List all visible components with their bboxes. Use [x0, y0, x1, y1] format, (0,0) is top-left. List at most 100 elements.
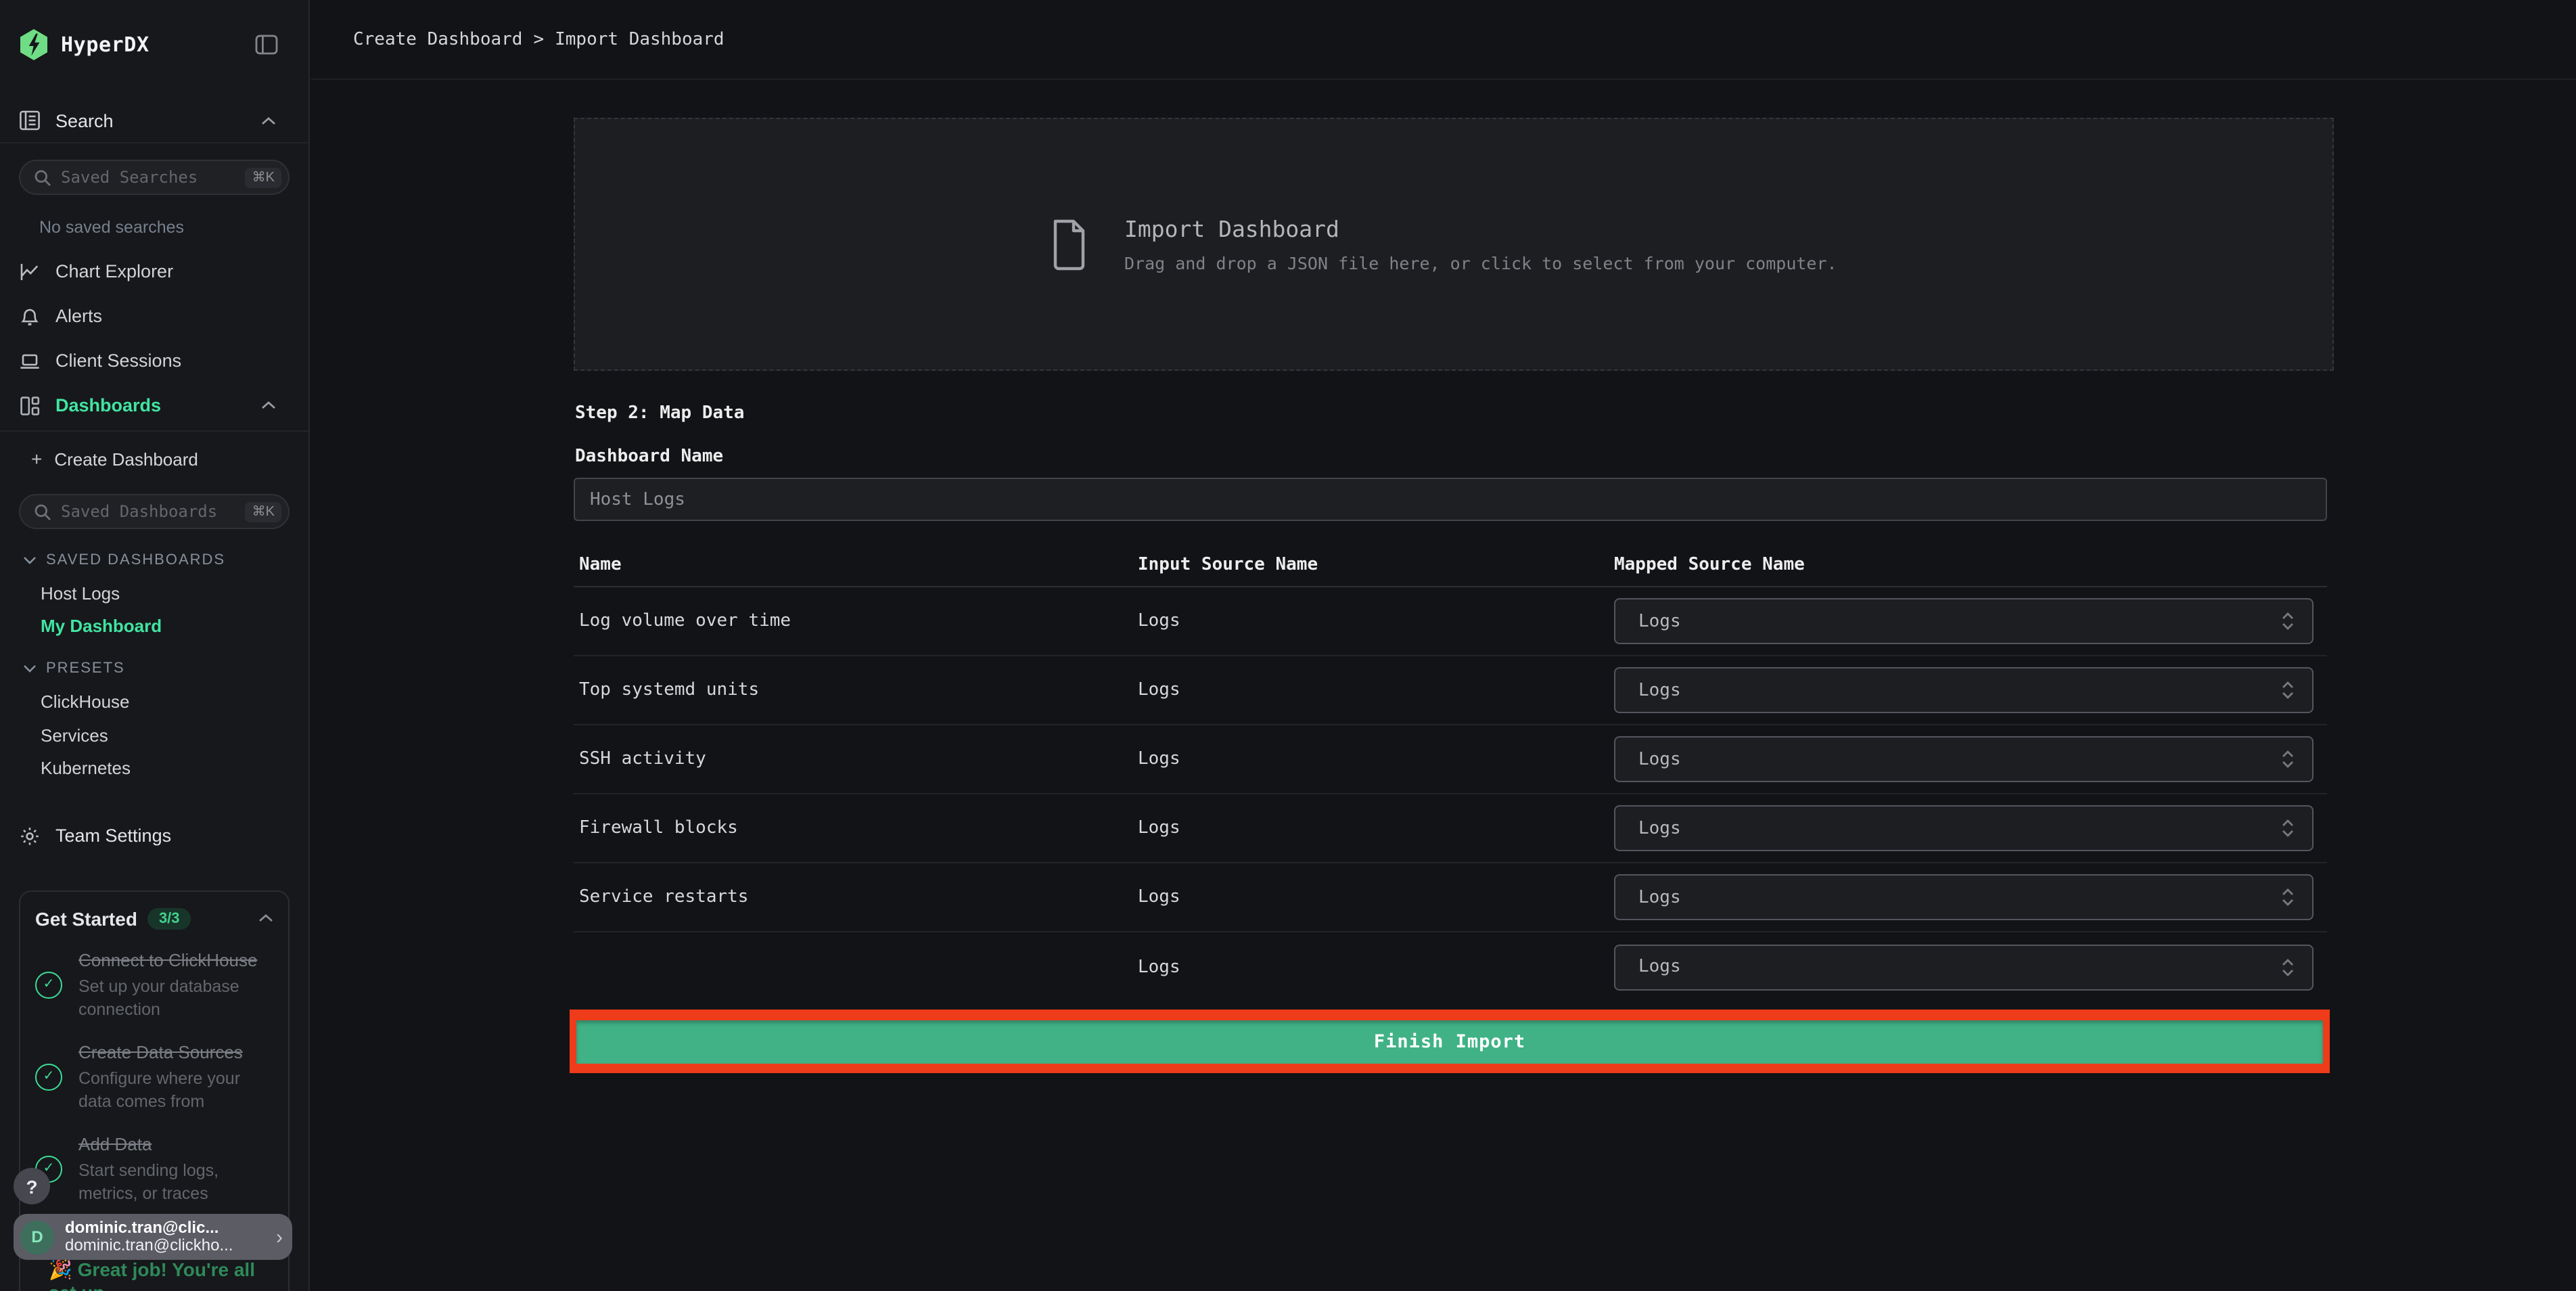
gear-icon — [19, 825, 41, 846]
mapped-source-select[interactable]: Logs — [1614, 805, 2314, 851]
import-dropzone[interactable]: Import Dashboard Drag and drop a JSON fi… — [574, 118, 2334, 371]
chevron-right-icon: › — [276, 1225, 283, 1248]
table-header-row: Name Input Source Name Mapped Source Nam… — [574, 548, 2327, 586]
shortcut-badge: ⌘K — [245, 501, 281, 522]
sidebar-item-team-settings[interactable]: Team Settings — [0, 819, 308, 852]
hyperdx-logo-icon — [19, 28, 49, 61]
breadcrumb-create-dashboard[interactable]: Create Dashboard — [353, 29, 522, 49]
dashboard-item-my-dashboard[interactable]: My Dashboard — [0, 610, 308, 641]
chevron-down-icon — [23, 664, 37, 673]
file-icon — [1049, 216, 1089, 273]
sidebar-item-dashboards[interactable]: Dashboards — [0, 383, 308, 428]
get-started-item-subtitle: Start sending logs, metrics, or traces — [78, 1160, 219, 1202]
bell-icon — [19, 305, 41, 327]
mapped-source-select[interactable]: Logs — [1614, 667, 2314, 713]
mapped-source-select[interactable]: Logs — [1614, 598, 2314, 644]
select-value: Logs — [1638, 818, 1681, 838]
help-button[interactable]: ? — [14, 1168, 50, 1204]
sidebar-item-alerts[interactable]: Alerts — [0, 294, 308, 338]
saved-dashboards-placeholder: Saved Dashboards — [61, 502, 218, 521]
row-name: Service restarts — [579, 887, 749, 907]
table-row: Top systemd units Logs Logs — [574, 656, 2327, 725]
row-name: Top systemd units — [579, 680, 760, 700]
select-value: Logs — [1638, 749, 1681, 769]
chevron-up-icon — [261, 116, 276, 125]
row-name: Log volume over time — [579, 611, 791, 631]
section-header-label: PRESETS — [46, 660, 125, 677]
table-row: Log volume over time Logs Logs — [574, 587, 2327, 656]
setup-complete-message: 🎉 Great job! You're all set up — [49, 1259, 255, 1291]
select-value: Logs — [1638, 887, 1681, 907]
sidebar-item-client-sessions[interactable]: Client Sessions — [0, 338, 308, 383]
create-dashboard-label: Create Dashboard — [54, 449, 198, 469]
select-value: Logs — [1638, 680, 1681, 700]
saved-dashboards-section-header[interactable]: SAVED DASHBOARDS — [23, 551, 290, 570]
sidebar: HyperDX Search Saved Searches ⌘K No save… — [0, 0, 310, 1291]
table-row: Logs Logs — [574, 932, 2327, 1001]
row-input-source: Logs — [1138, 611, 1180, 631]
breadcrumb-import-dashboard: Import Dashboard — [555, 29, 724, 49]
divider — [0, 430, 308, 432]
saved-dashboards-input[interactable]: Saved Dashboards ⌘K — [19, 494, 290, 529]
avatar: D — [20, 1220, 54, 1254]
user-menu[interactable]: D dominic.tran@clic... dominic.tran@clic… — [14, 1214, 292, 1260]
table-row: Service restarts Logs Logs — [574, 863, 2327, 932]
select-value: Logs — [1638, 957, 1681, 977]
preset-item-clickhouse[interactable]: ClickHouse — [0, 686, 308, 719]
dashboard-name-label: Dashboard Name — [575, 447, 724, 467]
row-name: Firewall blocks — [579, 818, 738, 838]
nav-label: Dashboards — [55, 395, 162, 415]
get-started-item-add-data[interactable]: ✓ Add Data Start sending logs, metrics, … — [35, 1132, 273, 1205]
select-chevrons-icon — [2280, 748, 2296, 770]
row-input-source: Logs — [1138, 957, 1180, 977]
select-chevrons-icon — [2280, 886, 2296, 908]
get-started-header[interactable]: Get Started 3/3 — [35, 907, 273, 929]
row-name: SSH activity — [579, 749, 706, 769]
nav-label: Alerts — [55, 306, 103, 326]
get-started-item-sources[interactable]: ✓ Create Data Sources Configure where yo… — [35, 1040, 273, 1113]
get-started-item-title: Create Data Sources — [78, 1041, 243, 1062]
table-row: Firewall blocks Logs Logs — [574, 794, 2327, 863]
sidebar-section-search[interactable]: Search — [0, 104, 308, 137]
dashboard-name-input[interactable] — [574, 478, 2327, 521]
get-started-item-connect[interactable]: ✓ Connect to ClickHouse Set up your data… — [35, 948, 273, 1021]
create-dashboard-button[interactable]: + Create Dashboard — [0, 443, 308, 475]
team-settings-label: Team Settings — [55, 825, 172, 846]
mapped-source-select[interactable]: Logs — [1614, 944, 2314, 990]
saved-searches-input[interactable]: Saved Searches ⌘K — [19, 160, 290, 195]
brand-title: HyperDX — [61, 32, 150, 57]
dashboard-item-host-logs[interactable]: Host Logs — [0, 578, 308, 610]
magnifier-icon — [34, 503, 51, 520]
sidebar-item-chart-explorer[interactable]: Chart Explorer — [0, 249, 308, 294]
mapping-table: Log volume over time Logs Logs Top syste… — [574, 587, 2327, 1001]
presets-list: ClickHouse Services Kubernetes — [0, 686, 308, 786]
topbar: Create Dashboard > Import Dashboard — [311, 0, 2576, 80]
nav-label: Chart Explorer — [55, 261, 174, 281]
laptop-icon — [19, 350, 41, 371]
preset-item-services[interactable]: Services — [0, 719, 308, 752]
shortcut-badge: ⌘K — [245, 167, 281, 187]
select-chevrons-icon — [2280, 679, 2296, 701]
saved-searches-placeholder: Saved Searches — [61, 168, 198, 187]
get-started-item-subtitle: Configure where your data comes from — [78, 1068, 241, 1110]
presets-section-header[interactable]: PRESETS — [23, 659, 290, 678]
preset-item-kubernetes[interactable]: Kubernetes — [0, 752, 308, 786]
mapped-source-select[interactable]: Logs — [1614, 736, 2314, 782]
row-input-source: Logs — [1138, 818, 1180, 838]
select-chevrons-icon — [2280, 956, 2296, 978]
chevron-down-icon — [23, 556, 37, 564]
select-chevrons-icon — [2280, 610, 2296, 632]
finish-import-button[interactable]: Finish Import — [576, 1020, 2323, 1064]
plus-icon: + — [31, 448, 43, 470]
mapped-source-select[interactable]: Logs — [1614, 874, 2314, 920]
select-chevrons-icon — [2280, 817, 2296, 839]
sidebar-nav: Chart Explorer Alerts Client Sessions Da… — [0, 249, 308, 428]
row-input-source: Logs — [1138, 680, 1180, 700]
get-started-title: Get Started — [35, 907, 137, 929]
nav-label: Client Sessions — [55, 350, 182, 371]
search-panel-icon — [19, 110, 41, 131]
dropzone-title: Import Dashboard — [1124, 216, 1339, 242]
saved-dashboards-list: Host Logs My Dashboard — [0, 578, 308, 641]
step-title: Step 2: Map Data — [575, 403, 745, 424]
collapse-sidebar-icon[interactable] — [254, 34, 279, 55]
